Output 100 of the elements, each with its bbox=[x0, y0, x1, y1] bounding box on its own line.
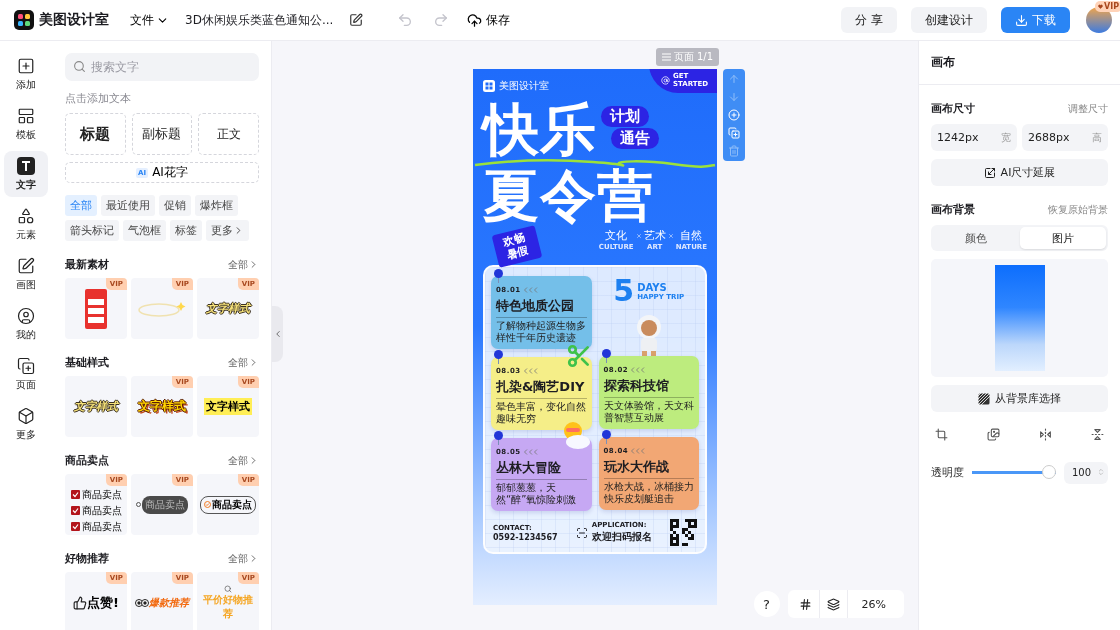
flip-horizontal-button[interactable] bbox=[1039, 428, 1052, 441]
filter-chip[interactable]: 气泡框 bbox=[123, 220, 166, 241]
filter-chip[interactable]: 促销 bbox=[159, 195, 191, 216]
pin-icon bbox=[494, 269, 503, 284]
stepper-icon bbox=[1097, 468, 1105, 476]
resize-icon bbox=[983, 166, 996, 179]
text-icon bbox=[17, 156, 35, 175]
arrow-up-icon bbox=[728, 73, 740, 85]
days-number: 5 bbox=[613, 276, 635, 307]
poster-sticker-drawing bbox=[85, 288, 107, 329]
ai-extend-button[interactable]: AI尺寸延展 bbox=[931, 159, 1108, 186]
zoom-level[interactable]: 26% bbox=[846, 590, 900, 618]
text-style-sample: 点赞! bbox=[87, 593, 119, 612]
card-title: 丛林大冒险 bbox=[496, 459, 587, 481]
rail-item[interactable]: 元素 bbox=[4, 201, 48, 247]
app-name: 美图设计室 bbox=[39, 11, 109, 29]
theme-label: 艺术 bbox=[643, 228, 666, 243]
application-text: 欢迎扫码报名 bbox=[591, 530, 652, 545]
rail-item[interactable]: 我的 bbox=[4, 301, 48, 347]
hatch-icon bbox=[978, 392, 990, 405]
save-button[interactable]: 保存 bbox=[465, 9, 513, 31]
duplicate-icon bbox=[728, 127, 740, 139]
list-icon bbox=[661, 53, 671, 61]
section-title: 商品卖点 bbox=[65, 453, 109, 468]
card-description: 郁郁葱葱，天然“醉”氧惊险刺激 bbox=[496, 482, 578, 507]
undo-icon bbox=[397, 12, 414, 28]
pin-icon bbox=[601, 349, 611, 364]
see-all-link[interactable]: 全部 bbox=[228, 355, 259, 370]
rail-item[interactable]: 模板 bbox=[4, 101, 48, 147]
text-preset[interactable]: 副标题 bbox=[131, 113, 193, 155]
at-icon bbox=[661, 76, 670, 86]
edit-icon bbox=[349, 13, 364, 27]
opacity-label: 透明度 bbox=[931, 464, 964, 480]
text-style-sample: 文字样式 bbox=[74, 399, 118, 414]
document-title: 3D休闲娱乐类蓝色通知公... bbox=[185, 11, 334, 29]
filter-chip[interactable]: 爆炸框 bbox=[195, 195, 238, 216]
flip-vertical-icon bbox=[1091, 428, 1104, 441]
redo-icon bbox=[433, 12, 450, 28]
card-description: 了解物种起源生物多样性千年历史遗迹 bbox=[496, 320, 587, 345]
crop-icon bbox=[935, 428, 948, 441]
action-button[interactable]: 下载 bbox=[1001, 7, 1070, 33]
cloud-upload-icon bbox=[467, 12, 483, 28]
duplicate-page-button[interactable] bbox=[728, 127, 740, 139]
filter-chip[interactable]: 箭头标记 bbox=[65, 220, 119, 241]
rail-item[interactable]: 文字 bbox=[4, 151, 48, 197]
checkbox-icon bbox=[70, 490, 80, 499]
checkbox-icon bbox=[70, 522, 80, 531]
resize-link[interactable]: 调整尺寸 bbox=[1068, 101, 1108, 116]
poster-headline: 夏令营 bbox=[483, 168, 654, 224]
background-tab[interactable]: 颜色 bbox=[933, 227, 1020, 249]
pen-icon bbox=[17, 256, 35, 275]
theme-label: 自然 bbox=[680, 228, 703, 243]
action-button[interactable]: 分 享 bbox=[841, 7, 897, 33]
flip-vertical-button[interactable] bbox=[1091, 428, 1104, 441]
chevrons-icon bbox=[523, 449, 538, 456]
text-style-sample: 平价好物推荐 bbox=[202, 592, 254, 621]
chevrons-icon bbox=[631, 367, 646, 374]
plus-circle-icon bbox=[728, 109, 740, 121]
logo-icon bbox=[483, 80, 495, 92]
filter-chip[interactable]: 标签 bbox=[170, 220, 202, 241]
rail-item[interactable]: 添加 bbox=[4, 51, 48, 97]
search-field[interactable]: 搜索文字 bbox=[65, 53, 259, 81]
filter-chip[interactable]: 最近使用 bbox=[101, 195, 155, 216]
see-all-link[interactable]: 全部 bbox=[228, 257, 259, 272]
file-menu[interactable]: 文件 bbox=[128, 9, 171, 31]
replace-image-button[interactable] bbox=[987, 428, 1000, 441]
crop-button[interactable] bbox=[935, 428, 948, 441]
vip-badge: VIP bbox=[1094, 1, 1120, 12]
collapse-handle[interactable] bbox=[272, 306, 283, 362]
rename-button[interactable] bbox=[347, 11, 366, 29]
scissors-icon bbox=[565, 343, 592, 370]
card-title: 探索科技馆 bbox=[603, 377, 694, 399]
rail-item[interactable]: 画图 bbox=[4, 251, 48, 297]
heart-icon bbox=[1097, 4, 1103, 9]
card-description: 水枪大战，冰桶接力快乐皮划艇追击 bbox=[603, 481, 694, 506]
see-all-link[interactable]: 全部 bbox=[228, 551, 259, 566]
opacity-field[interactable]: 100 bbox=[1064, 461, 1108, 484]
card-description: 晕色丰富，变化自然趣味无穷 bbox=[496, 401, 587, 426]
background-tab[interactable]: 图片 bbox=[1019, 227, 1106, 249]
section-title: 基础样式 bbox=[65, 355, 109, 370]
action-button[interactable]: 创建设计 bbox=[911, 7, 987, 33]
section-hint: 点击添加文本 bbox=[65, 91, 132, 106]
check-circle-icon bbox=[204, 501, 211, 508]
library-button[interactable]: 从背景库选择 bbox=[931, 385, 1108, 412]
search-icon bbox=[73, 60, 86, 73]
download-icon bbox=[1015, 13, 1028, 27]
rail-item[interactable]: 更多 bbox=[4, 401, 48, 447]
slider-thumb[interactable] bbox=[1042, 465, 1056, 479]
text-preset[interactable]: 标题 bbox=[65, 113, 126, 155]
see-all-link[interactable]: 全部 bbox=[228, 453, 259, 468]
chevrons-icon bbox=[523, 368, 538, 375]
add-page-button[interactable] bbox=[728, 109, 740, 121]
poster-brand: 美图设计室 bbox=[499, 79, 549, 93]
help-button[interactable]: ? bbox=[753, 591, 780, 617]
add-icon bbox=[17, 56, 35, 75]
layers-icon bbox=[826, 597, 840, 611]
restore-link[interactable]: 恢复原始背景 bbox=[1048, 202, 1108, 217]
more-chip[interactable]: 更多 bbox=[206, 220, 249, 241]
text-preset[interactable]: 正文 bbox=[198, 113, 259, 155]
rail-item[interactable]: 页面 bbox=[4, 351, 48, 397]
